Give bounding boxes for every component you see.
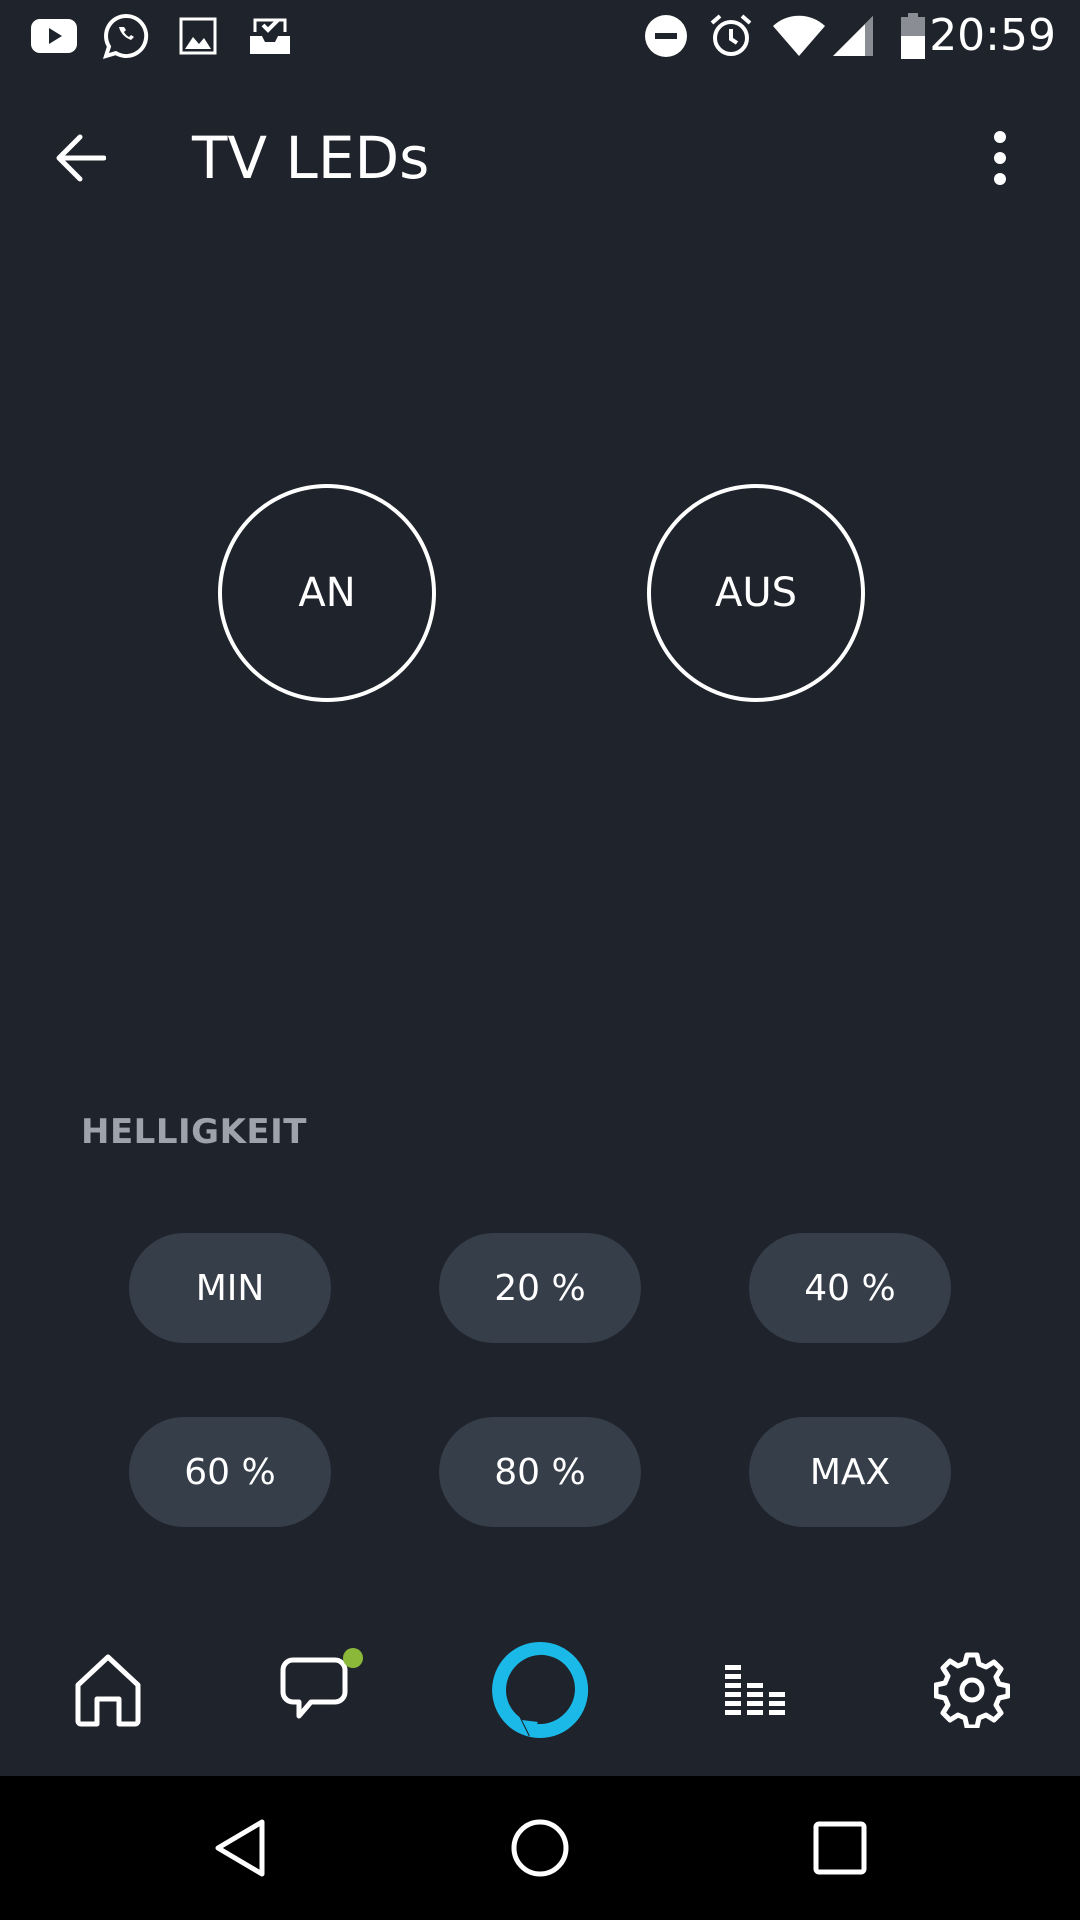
brightness-20-button[interactable]: 20 %: [439, 1233, 641, 1343]
overflow-menu-button[interactable]: [960, 118, 1040, 198]
arrow-left-icon: [56, 134, 106, 182]
battery-icon: [896, 10, 930, 62]
brightness-40-button[interactable]: 40 %: [749, 1233, 951, 1343]
brightness-section-label: HELLIGKEIT: [81, 1112, 307, 1152]
wifi-icon: [770, 10, 828, 62]
inbox-check-icon: [246, 10, 294, 62]
more-vertical-icon: [994, 131, 1006, 185]
brightness-preset-label: 60 %: [184, 1451, 276, 1493]
brightness-preset-label: 80 %: [494, 1451, 586, 1493]
status-bar: 20:59: [0, 0, 1080, 72]
nav-home-button[interactable]: [48, 1630, 168, 1750]
brightness-max-button[interactable]: MAX: [749, 1417, 951, 1527]
power-off-label: AUS: [714, 570, 798, 616]
brightness-preset-label: MIN: [195, 1267, 265, 1309]
nav-music-button[interactable]: [696, 1630, 816, 1750]
device-screen: 20:59 TV LEDs AN AUS HELLIGKEIT MIN 20 %: [0, 0, 1080, 1920]
brightness-preset-label: 40 %: [804, 1267, 896, 1309]
app-bar: TV LEDs: [0, 72, 1080, 232]
brightness-60-button[interactable]: 60 %: [129, 1417, 331, 1527]
gallery-icon: [176, 10, 220, 62]
nav-settings-button[interactable]: [912, 1630, 1032, 1750]
brightness-preset-label: MAX: [809, 1451, 891, 1493]
youtube-icon: [28, 10, 80, 62]
back-button[interactable]: [40, 118, 120, 198]
system-navigation-bar: [0, 1776, 1080, 1920]
system-recents-button[interactable]: [790, 1798, 890, 1898]
back-triangle-icon: [215, 1819, 265, 1877]
bottom-navigation: [0, 1610, 1080, 1776]
power-on-button[interactable]: AN: [218, 484, 436, 702]
music-icon: [725, 1665, 785, 1715]
nav-communicate-button[interactable]: [264, 1630, 384, 1750]
alexa-icon: [492, 1641, 589, 1738]
cell-signal-icon: [830, 10, 876, 62]
brightness-min-button[interactable]: MIN: [129, 1233, 331, 1343]
home-icon: [75, 1654, 141, 1727]
power-off-button[interactable]: AUS: [647, 484, 865, 702]
alarm-icon: [706, 10, 756, 62]
settings-icon: [934, 1652, 1010, 1728]
power-on-label: AN: [298, 570, 356, 616]
page-title: TV LEDs: [192, 124, 430, 192]
brightness-80-button[interactable]: 80 %: [439, 1417, 641, 1527]
chat-icon: [280, 1648, 363, 1719]
clock-time: 20:59: [929, 10, 1056, 61]
system-back-button[interactable]: [190, 1798, 290, 1898]
recents-square-icon: [813, 1821, 867, 1875]
whatsapp-icon: [100, 10, 152, 62]
system-home-button[interactable]: [490, 1798, 590, 1898]
do-not-disturb-icon: [642, 10, 690, 62]
notification-dot: [343, 1648, 363, 1668]
home-circle-icon: [511, 1819, 569, 1877]
brightness-preset-label: 20 %: [494, 1267, 586, 1309]
nav-alexa-button[interactable]: [480, 1630, 600, 1750]
